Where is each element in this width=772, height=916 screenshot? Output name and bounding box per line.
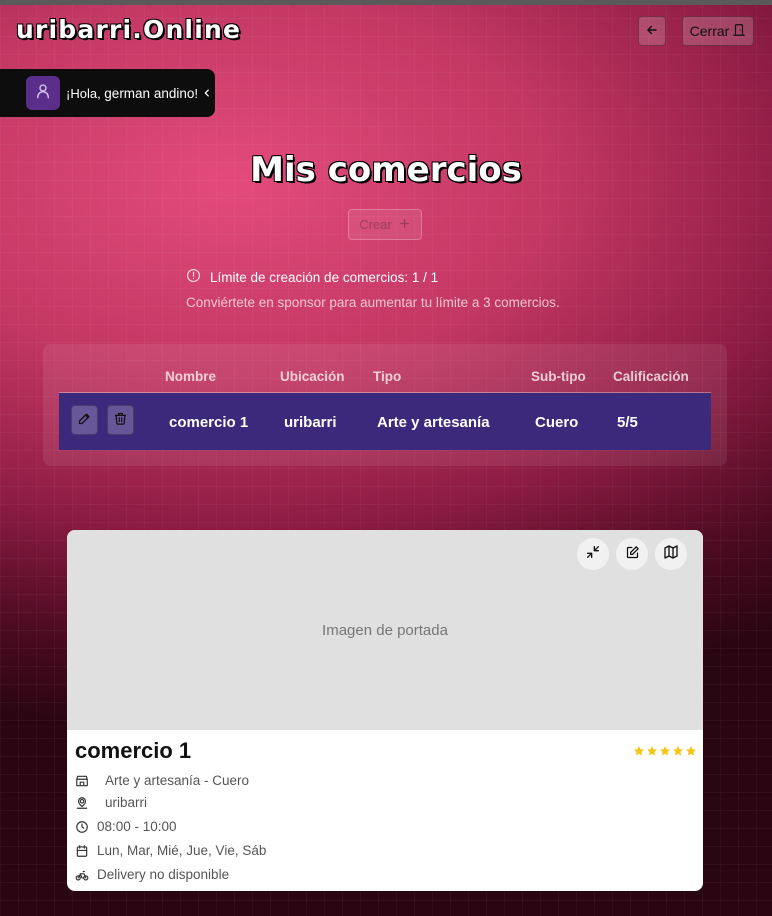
days-text: Lun, Mar, Mié, Jue, Vie, Sáb — [97, 843, 267, 858]
map-pin-icon — [75, 796, 89, 810]
trash-icon — [113, 411, 128, 430]
edit-card-button[interactable] — [616, 538, 648, 570]
rating-stars — [633, 745, 697, 757]
star-icon — [660, 746, 670, 756]
card-title: comercio 1 — [75, 738, 192, 763]
location-text: uribarri — [105, 795, 148, 810]
greeting-text: ¡Hola, german andino! — [66, 86, 198, 101]
limit-notice: Límite de creación de comercios: 1 / 1 C… — [186, 268, 560, 310]
info-delivery: Delivery no disponible — [75, 867, 229, 882]
map-button[interactable] — [655, 538, 687, 570]
browser-top-strip — [0, 0, 772, 5]
star-icon — [634, 746, 644, 756]
hours-text: 08:00 - 10:00 — [97, 819, 177, 834]
cell-tipo: Arte y artesanía — [377, 414, 490, 431]
edit-icon — [77, 411, 92, 430]
edit-row-button[interactable] — [71, 405, 98, 435]
cell-ubicacion: uribarri — [284, 414, 337, 431]
clock-icon — [75, 820, 89, 834]
cell-nombre: comercio 1 — [169, 414, 249, 431]
create-button-label: Crear — [359, 217, 392, 232]
cover-label: Imagen de portada — [322, 621, 448, 639]
cell-calificacion: 5/5 — [617, 414, 638, 431]
cell-subtipo: Cuero — [535, 414, 579, 431]
brand-logo[interactable]: uribarri.Online — [16, 15, 241, 44]
star-icon — [673, 746, 683, 756]
column-header-tipo: Tipo — [373, 369, 402, 384]
plus-icon — [398, 217, 411, 233]
info-category: Arte y artesanía - Cuero — [75, 773, 249, 788]
greeting-name: german andino — [104, 85, 195, 101]
greeting-suffix: ! — [194, 85, 198, 101]
info-days: Lun, Mar, Mié, Jue, Vie, Sáb — [75, 843, 266, 858]
sponsor-hint: Conviértete en sponsor para aumentar tu … — [186, 295, 560, 310]
limit-text: Límite de creación de comercios: 1 / 1 — [210, 269, 439, 285]
star-icon — [686, 746, 696, 756]
info-location: uribarri — [75, 795, 147, 810]
avatar — [26, 76, 60, 110]
back-button[interactable] — [638, 16, 666, 46]
calendar-icon — [75, 844, 89, 858]
minimize-icon — [585, 544, 601, 564]
close-button[interactable]: Cerrar — [682, 16, 754, 46]
bike-icon — [75, 868, 89, 882]
business-card: Imagen de portada comercio 1 Arte y arte… — [67, 530, 703, 891]
collapse-button[interactable] — [577, 538, 609, 570]
close-button-label: Cerrar — [689, 23, 730, 39]
arrow-left-icon — [645, 22, 659, 41]
info-hours: 08:00 - 10:00 — [75, 819, 177, 834]
column-header-subtipo: Sub-tipo — [531, 369, 586, 384]
greeting-panel[interactable]: ¡Hola, german andino! — [0, 69, 215, 117]
table-row[interactable]: comercio 1 uribarri Arte y artesanía Cue… — [59, 393, 711, 450]
page-title: Mis comercios — [250, 150, 522, 190]
store-icon — [75, 774, 89, 788]
map-icon — [663, 544, 679, 564]
column-header-ubicacion: Ubicación — [280, 369, 345, 384]
delivery-text: Delivery no disponible — [97, 867, 230, 882]
greeting-prefix: ¡Hola, — [66, 85, 105, 101]
star-icon — [647, 746, 657, 756]
chevron-left-icon[interactable] — [202, 87, 212, 99]
businesses-table: Nombre Ubicación Tipo Sub-tipo Calificac… — [43, 344, 727, 466]
edit-icon — [625, 545, 640, 564]
category-text: Arte y artesanía - Cuero — [105, 773, 250, 788]
alert-circle-icon — [186, 268, 201, 286]
create-button[interactable]: Crear — [348, 209, 422, 240]
user-icon — [34, 82, 52, 104]
column-header-calificacion: Calificación — [613, 369, 689, 384]
delete-row-button[interactable] — [107, 405, 134, 435]
door-icon — [732, 23, 746, 40]
column-header-nombre: Nombre — [165, 369, 217, 384]
